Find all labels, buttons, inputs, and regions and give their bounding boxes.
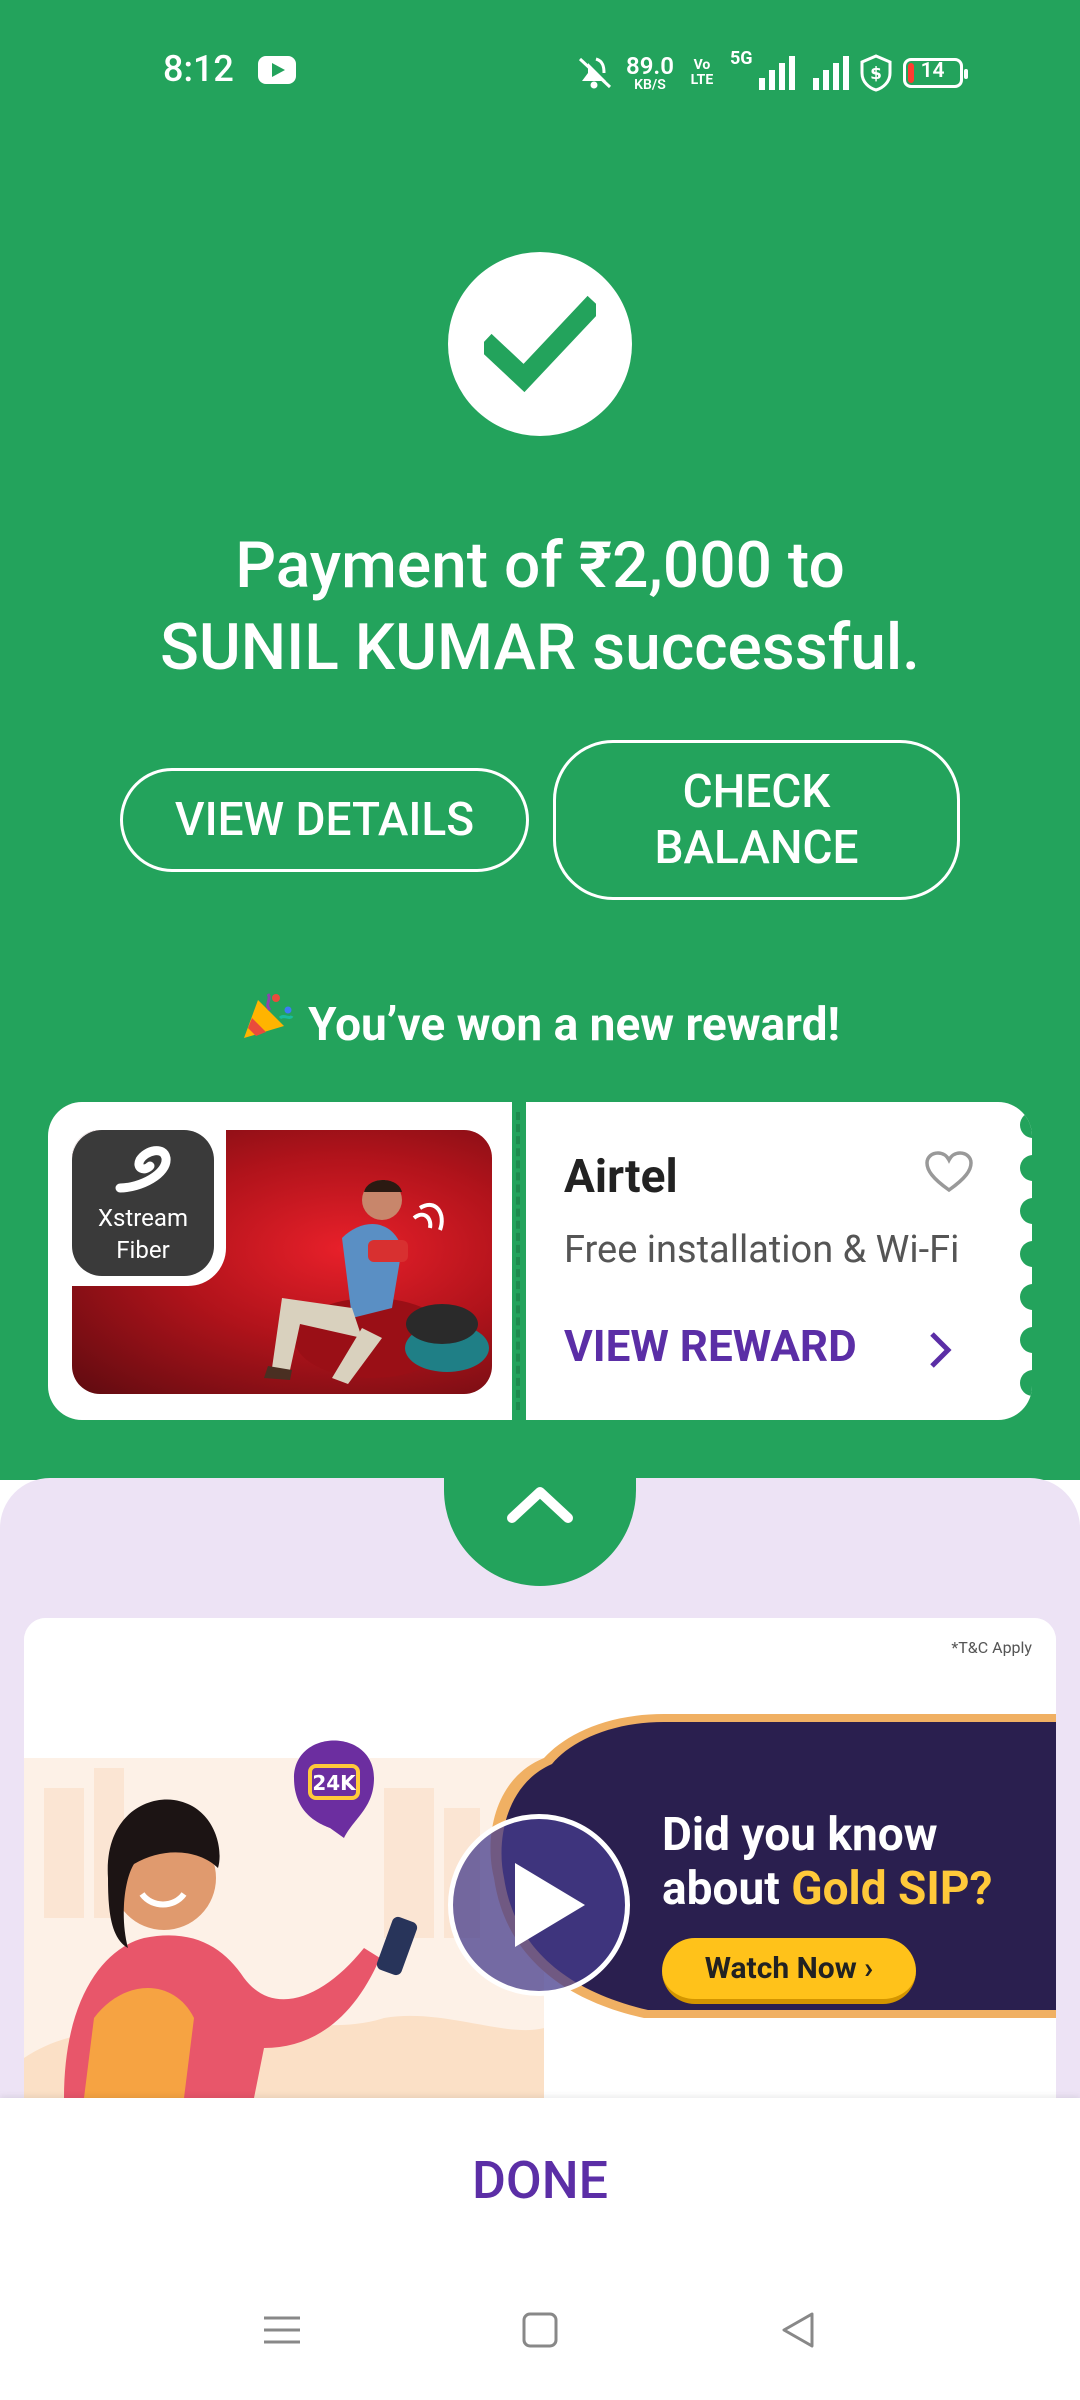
- reward-brand: Airtel: [564, 1150, 678, 1204]
- home-nav-icon[interactable]: [522, 2310, 558, 2350]
- battery-level: 14: [920, 59, 945, 83]
- youtube-notification-icon: [258, 56, 296, 84]
- gold-sip-title-highlight: Gold SIP?: [791, 1862, 993, 1916]
- volte-indicator: Vo LTE: [690, 57, 714, 88]
- ticket-divider: [512, 1102, 526, 1420]
- gold-24k-badge: 24K: [312, 1771, 357, 1795]
- reward-heading-text: You’ve won a new reward!: [308, 998, 840, 1052]
- chevron-up-icon[interactable]: [506, 1484, 574, 1524]
- payment-status-headline: Payment of ₹2,000 to SUNIL KUMAR success…: [160, 528, 920, 685]
- xstream-fiber-logo: Xstream Fiber: [72, 1130, 226, 1286]
- reward-offer-text: Free installation & Wi-Fi: [564, 1228, 960, 1272]
- favorite-heart-icon[interactable]: [924, 1150, 974, 1194]
- watch-now-button[interactable]: Watch Now ›: [662, 1938, 916, 2004]
- ticket-notches: [1020, 1112, 1032, 1396]
- network-speed-unit: KB/S: [634, 77, 666, 93]
- reward-heading: You’ve won a new reward!: [0, 990, 1080, 1052]
- success-check-icon: [448, 252, 632, 436]
- status-time: 8:12: [163, 48, 234, 90]
- gold-sip-title-prefix: about: [662, 1862, 792, 1916]
- gold-sip-banner[interactable]: 24K *T&C Apply Did you know about Gold S…: [24, 1618, 1056, 2098]
- party-popper-icon: [240, 990, 294, 1052]
- menu-nav-icon[interactable]: [262, 2310, 302, 2350]
- reward-image: Xstream Fiber: [72, 1130, 492, 1394]
- network-type: 5G: [729, 48, 753, 69]
- signal-strength-icon: [758, 56, 795, 90]
- bottom-action-bar: [0, 2098, 1080, 2400]
- status-bar: 8:12 89.0 KB/S Vo LTE 5G $ 14: [0, 0, 1080, 140]
- security-shield-icon: $: [859, 54, 893, 92]
- network-speed: 89.0 KB/S: [626, 54, 674, 92]
- gold-sip-title-line1: Did you know: [662, 1808, 938, 1862]
- battery-icon: 14: [902, 58, 968, 88]
- back-nav-icon[interactable]: [780, 2310, 816, 2350]
- signal-strength-2-icon: [812, 56, 849, 90]
- view-details-button[interactable]: VIEW DETAILS: [120, 768, 529, 872]
- network-speed-value: 89.0: [626, 52, 674, 80]
- mute-icon: [576, 55, 616, 91]
- xstream-fiber-logo-text: Xstream Fiber: [97, 1204, 189, 1264]
- terms-conditions-note: *T&C Apply: [951, 1638, 1032, 1657]
- chevron-right-icon[interactable]: [924, 1330, 956, 1370]
- gold-sip-title-line2: about Gold SIP?: [662, 1862, 992, 1916]
- view-reward-link[interactable]: VIEW REWARD: [564, 1320, 857, 1372]
- svg-text:$: $: [870, 64, 882, 84]
- check-balance-button[interactable]: CHECK BALANCE: [553, 740, 960, 900]
- done-button[interactable]: DONE: [0, 2150, 1080, 2211]
- play-video-icon[interactable]: [448, 1814, 630, 1996]
